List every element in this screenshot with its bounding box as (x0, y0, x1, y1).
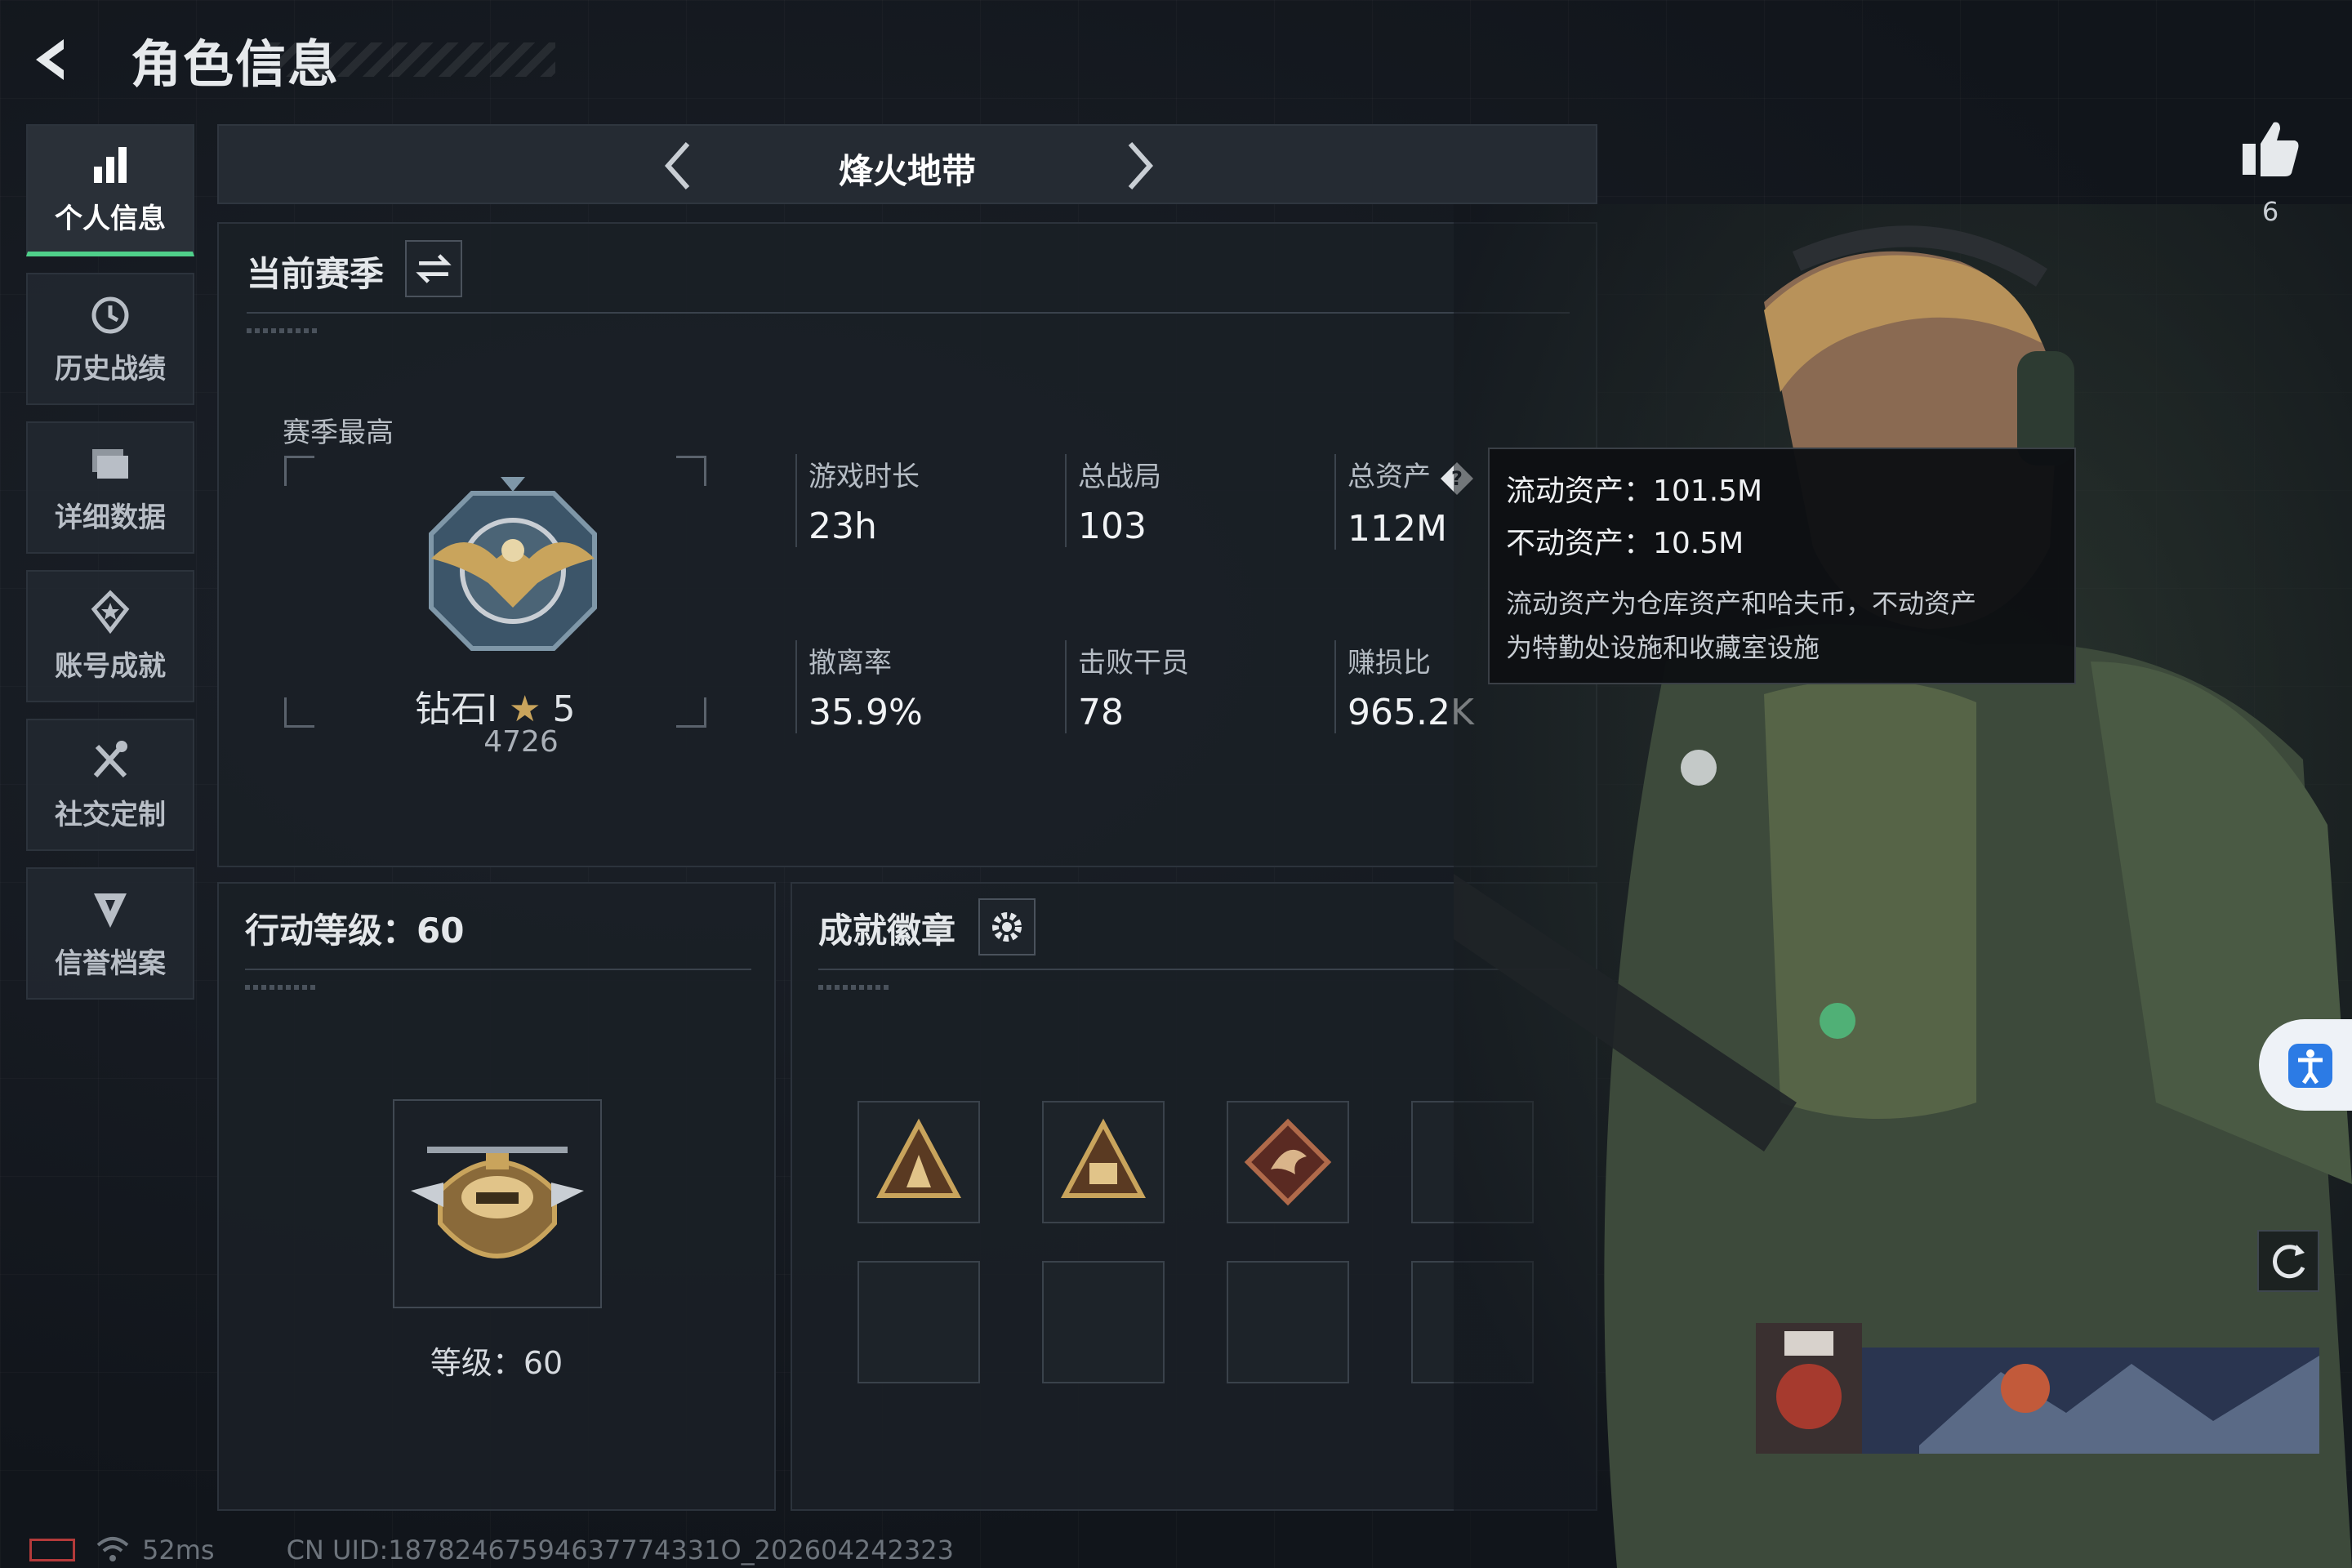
sidebar-item-label: 历史战绩 (55, 352, 166, 385)
decoration (818, 985, 892, 990)
squad-triangle-badge-icon (875, 1118, 962, 1198)
decoration (247, 328, 320, 333)
rank-tier: 钻石Ⅰ (415, 688, 497, 730)
sidebar-item-label: 详细数据 (55, 501, 166, 534)
current-season-panel: 当前赛季 赛季最高 钻石Ⅰ ★ 5 4726 游戏时长 23h 总战局 103 … (217, 222, 1597, 867)
badge-slot-empty[interactable] (858, 1261, 980, 1383)
badge-slot-empty[interactable] (1042, 1261, 1165, 1383)
rank-name: 钻石Ⅰ ★ 5 (415, 679, 575, 732)
profile-banner (1756, 1323, 2319, 1454)
like-count: 6 (2261, 196, 2279, 227)
sidebar-item-achievements[interactable]: 账号成就 (26, 570, 194, 702)
sidebar-item-social-custom[interactable]: 社交定制 (26, 719, 194, 851)
accessibility-button[interactable] (2259, 1019, 2352, 1111)
tooltip-liquid-assets: 流动资产：101.5M (1506, 474, 1763, 508)
sidebar-item-label: 个人信息 (55, 202, 166, 235)
rotate-model-button[interactable] (2257, 1230, 2319, 1292)
decoration (245, 985, 318, 990)
action-level-title: 行动等级：60 (245, 911, 465, 951)
level-emblem (393, 1099, 602, 1308)
rank-score: 4726 (483, 725, 559, 759)
ping-value: 52ms (142, 1535, 215, 1566)
stat-kills: 击败干员 78 (1065, 640, 1189, 733)
stat-value: 103 (1078, 506, 1147, 547)
season-max-label: 赛季最高 (283, 416, 394, 449)
level-text: 等级：60 (430, 1345, 564, 1381)
sb-triangle-badge-icon (1060, 1118, 1147, 1198)
stat-playtime: 游戏时长 23h (795, 454, 920, 547)
tooltip-description: 流动资产为仓库资产和哈夫币，不动资产 为特勤处设施和收藏室设施 (1506, 581, 2058, 670)
season-panel-title: 当前赛季 (247, 254, 385, 294)
header: 角色信息 (24, 23, 340, 96)
badge-slot-empty[interactable] (1227, 1261, 1349, 1383)
clock-history-icon (91, 296, 129, 333)
tooltip-description-line: 流动资产为仓库资产和哈夫币，不动资产 (1506, 588, 1977, 619)
player-uid: CN UID:18782467594637774331O_20260424232… (286, 1535, 954, 1566)
divider (245, 969, 751, 970)
dragon-badge-icon (1244, 1118, 1332, 1206)
divider (247, 312, 1570, 314)
badge-settings-button[interactable] (978, 898, 1036, 956)
badge-slot[interactable] (858, 1101, 980, 1223)
sidebar: 个人信息 历史战绩 详细数据 账号成就 社交定制 信誉档案 (26, 124, 194, 1016)
tooltip-description-line: 为特勤处设施和收藏室设施 (1506, 632, 1820, 663)
sidebar-item-label: 账号成就 (55, 649, 166, 683)
frame-corner (284, 697, 314, 728)
stat-value: 78 (1078, 692, 1124, 733)
stat-value: 35.9% (808, 692, 923, 733)
mode-switcher: 烽火地带 (217, 124, 1597, 204)
bar-chart-icon (94, 146, 127, 183)
sidebar-item-label: 信誉档案 (55, 947, 166, 980)
achievement-star-icon (91, 589, 130, 634)
assets-tooltip: 流动资产：101.5M 不动资产：10.5M 流动资产为仓库资产和哈夫币，不动资… (1488, 448, 2076, 684)
diamond-rank-emblem-icon (429, 477, 597, 651)
back-arrow-icon[interactable] (24, 31, 82, 88)
frame-corner (676, 697, 706, 728)
accessibility-icon (2288, 1044, 2332, 1088)
stat-label: 撤离率 (808, 647, 892, 679)
stat-label: 击败干员 (1078, 647, 1189, 679)
stat-total-matches: 总战局 103 (1065, 454, 1161, 547)
rotate-icon (2273, 1245, 2305, 1279)
tools-icon (93, 740, 127, 777)
helicopter-badge-icon (411, 1147, 584, 1258)
stat-label: 总战局 (1078, 461, 1161, 493)
mode-title: 烽火地带 (838, 151, 976, 191)
stat-extract-rate: 撤离率 35.9% (795, 640, 923, 733)
sidebar-item-personal-info[interactable]: 个人信息 (26, 124, 194, 256)
folder-stack-icon (92, 448, 128, 479)
tooltip-fixed-assets: 不动资产：10.5M (1506, 527, 1744, 560)
action-level-panel: 行动等级：60 等级：60 (217, 882, 776, 1511)
stat-label-text: 总资产 (1348, 461, 1431, 493)
thumbs-up-icon[interactable] (2238, 116, 2303, 181)
chevron-right-icon[interactable] (1109, 137, 1166, 194)
battery-icon (29, 1539, 75, 1561)
frame-corner (676, 456, 706, 486)
sidebar-item-detailed-data[interactable]: 详细数据 (26, 421, 194, 554)
season-switch-button[interactable] (405, 240, 462, 297)
wifi-icon (96, 1537, 129, 1561)
frame-corner (284, 456, 314, 486)
sidebar-item-history[interactable]: 历史战绩 (26, 273, 194, 405)
badges-title: 成就徽章 (818, 911, 956, 951)
page-title: 角色信息 (131, 34, 341, 94)
status-bar: 52ms CN UID:18782467594637774331O_202604… (29, 1534, 954, 1566)
swap-arrows-icon (416, 254, 452, 283)
stat-label: 游戏时长 (808, 461, 920, 493)
rank-stars: 5 (552, 688, 576, 730)
sidebar-item-label: 社交定制 (55, 798, 166, 831)
badge-slot[interactable] (1227, 1101, 1349, 1223)
gear-icon (992, 912, 1022, 942)
star-icon: ★ (508, 688, 541, 730)
sidebar-item-credit-record[interactable]: 信誉档案 (26, 867, 194, 1000)
shield-icon (94, 893, 127, 928)
badge-slot[interactable] (1042, 1101, 1165, 1223)
stat-value: 23h (808, 506, 877, 547)
